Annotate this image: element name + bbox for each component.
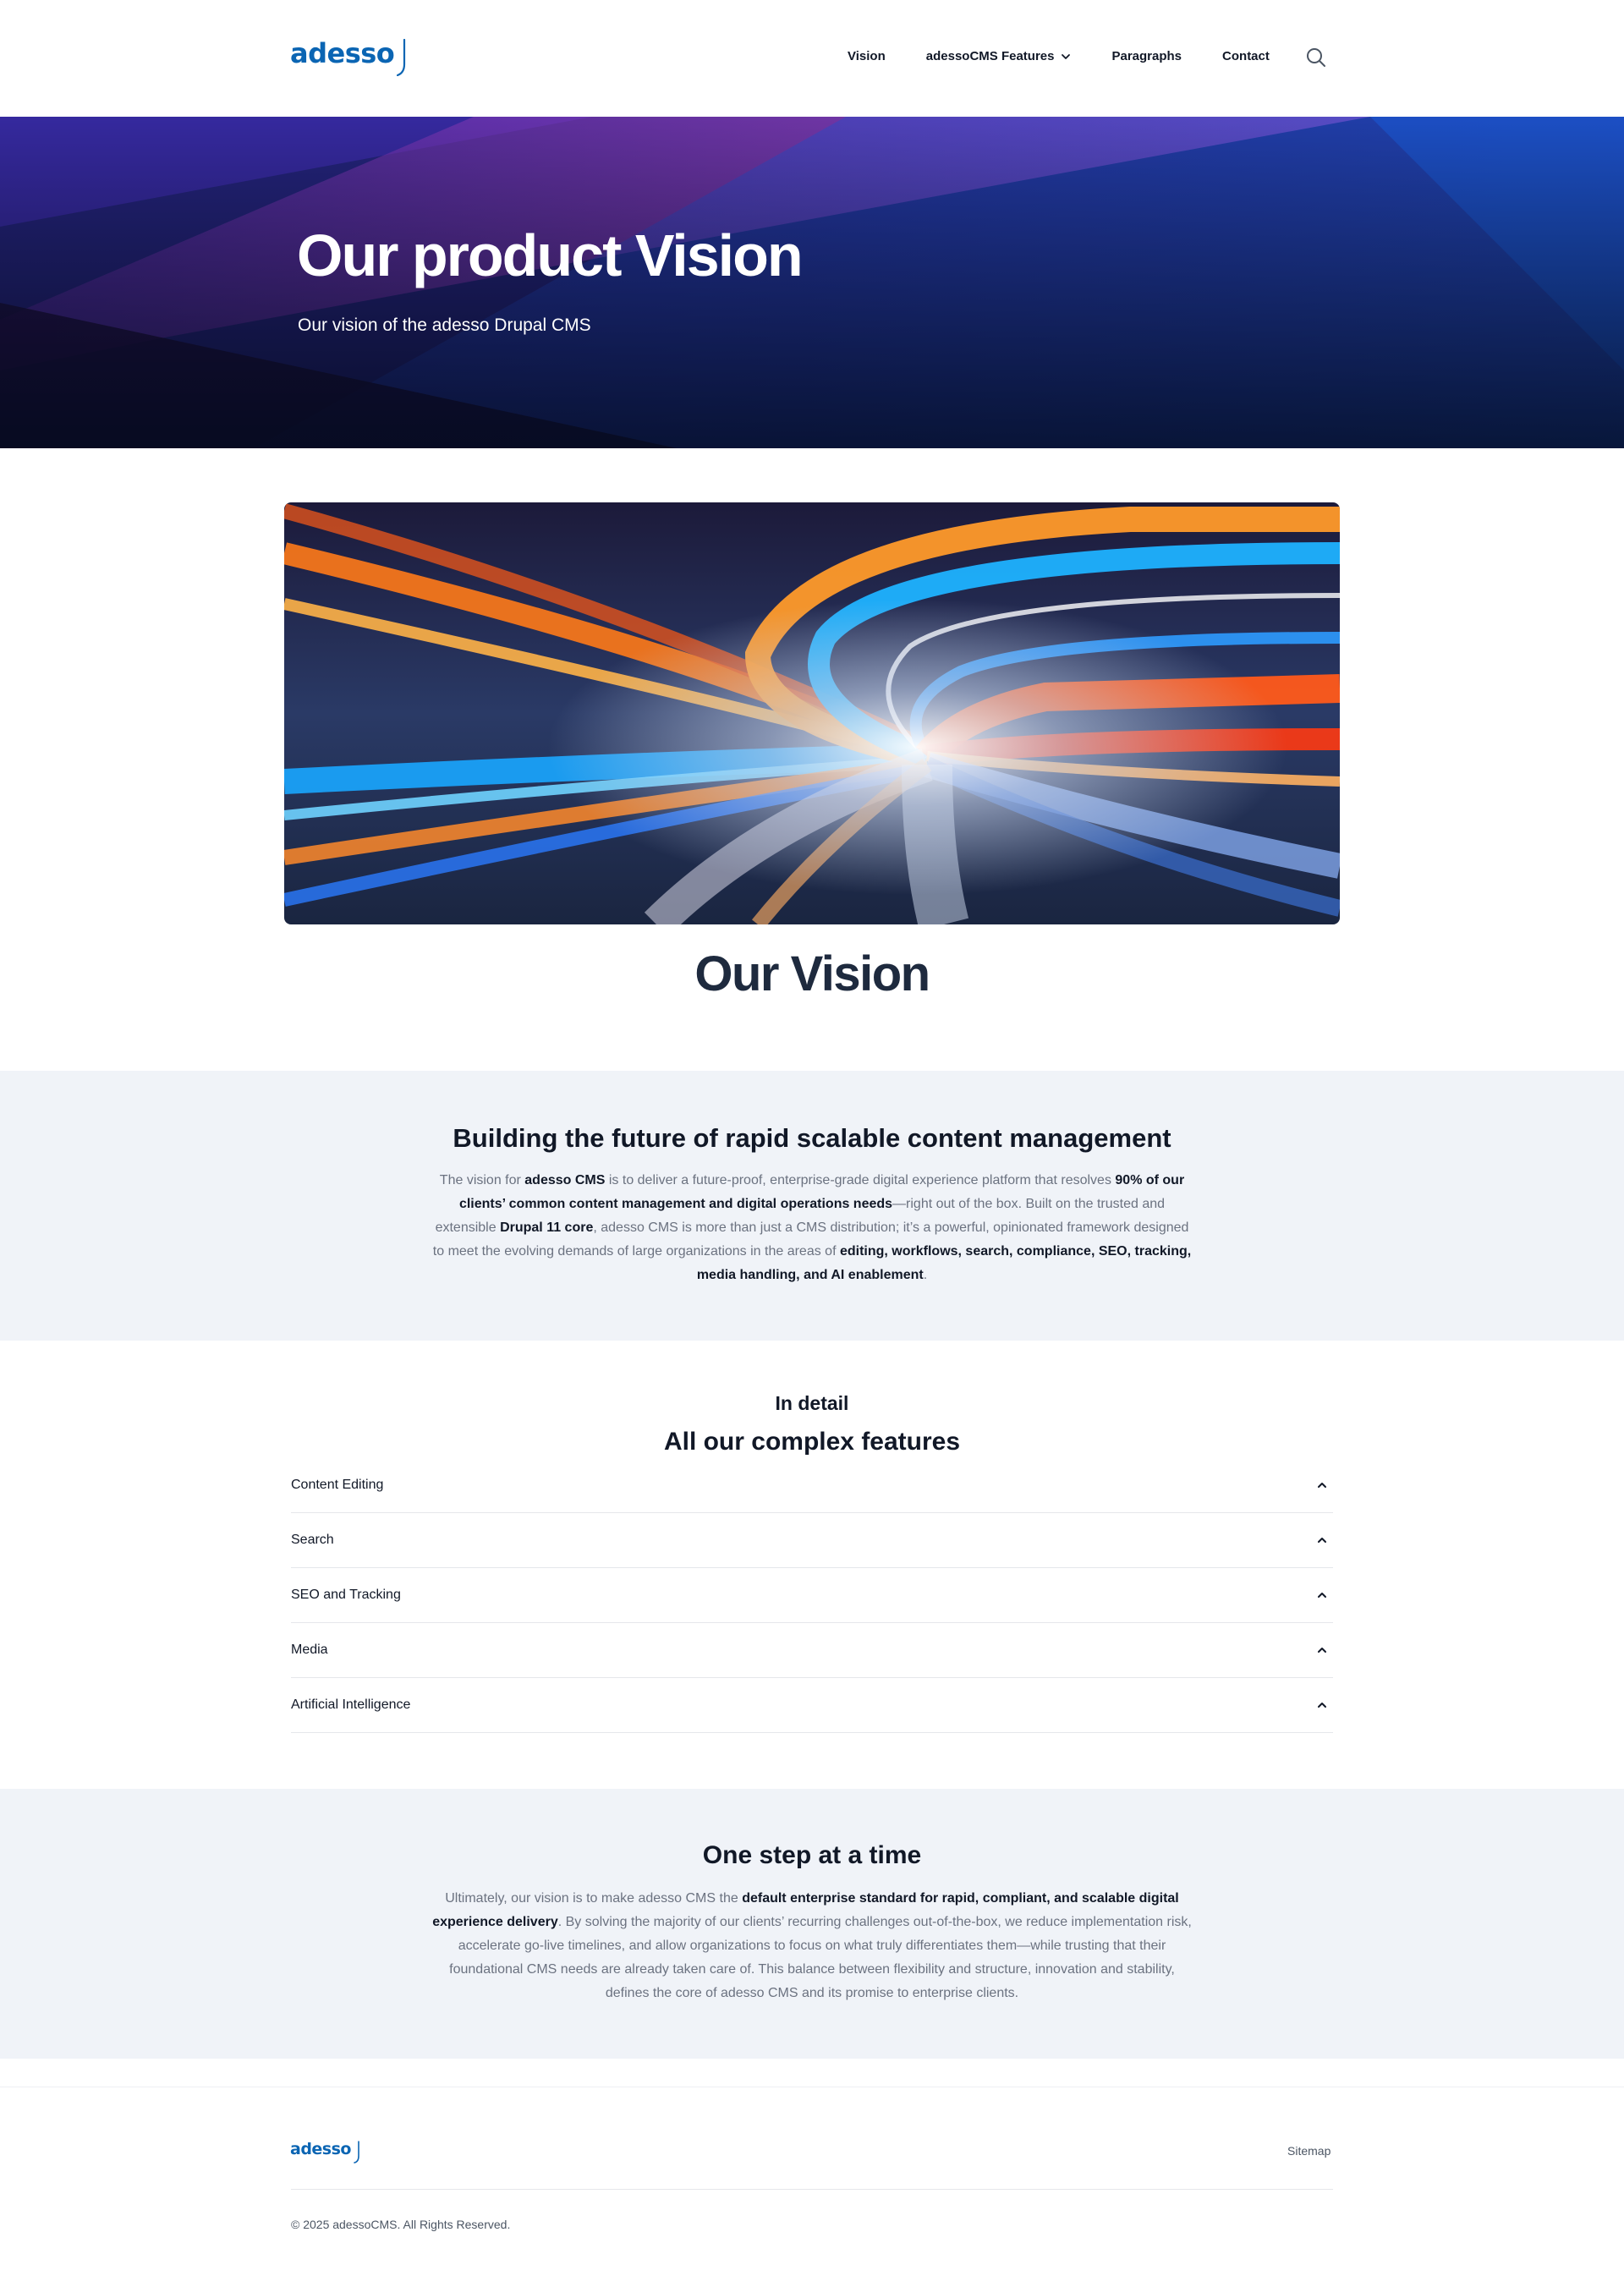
accordion-item-seo-tracking[interactable]: SEO and Tracking bbox=[291, 1568, 1333, 1623]
logo-mark-icon bbox=[397, 39, 406, 76]
footer-divider bbox=[291, 2189, 1333, 2190]
intro-text: The vision for adesso CMS is to deliver … bbox=[432, 1173, 1192, 1282]
vision-image bbox=[284, 502, 1340, 924]
chevron-up-icon bbox=[1318, 1703, 1326, 1708]
chevron-up-icon bbox=[1318, 1648, 1326, 1653]
nav-features[interactable]: adessoCMS Features bbox=[926, 49, 1072, 63]
chevron-down-icon bbox=[1062, 53, 1071, 59]
accordion-item-media[interactable]: Media bbox=[291, 1623, 1333, 1678]
accordion-label: Content Editing bbox=[291, 1478, 384, 1492]
footer-logo[interactable]: adesso bbox=[290, 2140, 361, 2164]
sitemap-link[interactable]: Sitemap bbox=[1287, 2144, 1330, 2158]
accordion-item-ai[interactable]: Artificial Intelligence bbox=[291, 1678, 1333, 1733]
outro-heading: One step at a time bbox=[702, 1841, 922, 1869]
features-eyebrow: In detail bbox=[775, 1392, 849, 1414]
light-trails-image bbox=[284, 502, 1340, 924]
nav-contact[interactable]: Contact bbox=[1222, 49, 1270, 63]
accordion-label: Artificial Intelligence bbox=[291, 1697, 411, 1712]
nav-paragraphs[interactable]: Paragraphs bbox=[1111, 49, 1182, 63]
accordion-label: Media bbox=[291, 1643, 328, 1657]
footer-logo-wordmark: adesso bbox=[290, 2140, 351, 2158]
site-header: adesso Vision adessoCMS Features Paragra… bbox=[0, 0, 1624, 117]
hero-title: Our product Vision bbox=[297, 222, 804, 288]
accordion-item-content-editing[interactable]: Content Editing bbox=[291, 1458, 1333, 1513]
intro-section: Building the future of rapid scalable co… bbox=[0, 1071, 1624, 1341]
features-accordion: Content Editing Search SEO and Tracking … bbox=[291, 1458, 1333, 1733]
site-logo[interactable]: adesso bbox=[290, 37, 409, 76]
outro-text: Ultimately, our vision is to make adesso… bbox=[432, 1891, 1192, 2000]
main-nav: Vision adessoCMS Features Paragraphs Con… bbox=[848, 49, 1270, 63]
vision-heading: Our Vision bbox=[694, 946, 930, 1001]
chevron-up-icon bbox=[1318, 1483, 1326, 1488]
search-icon bbox=[1307, 48, 1325, 67]
accordion-label: Search bbox=[291, 1533, 334, 1547]
intro-heading: Building the future of rapid scalable co… bbox=[453, 1123, 1171, 1153]
accordion-label: SEO and Tracking bbox=[291, 1588, 401, 1602]
logo-wordmark: adesso bbox=[290, 37, 395, 69]
hero-banner: Our product Vision Our vision of the ade… bbox=[0, 117, 1624, 448]
search-button[interactable] bbox=[1304, 46, 1328, 69]
logo-mark-icon bbox=[354, 2141, 359, 2164]
features-heading: All our complex features bbox=[663, 1428, 961, 1456]
chevron-up-icon bbox=[1318, 1538, 1326, 1543]
outro-section: One step at a time Ultimately, our visio… bbox=[0, 1789, 1624, 2059]
nav-vision[interactable]: Vision bbox=[848, 49, 886, 63]
accordion-item-search[interactable]: Search bbox=[291, 1513, 1333, 1568]
hero-background bbox=[0, 117, 1624, 448]
hero-subtitle: Our vision of the adesso Drupal CMS bbox=[298, 315, 591, 335]
copyright-text: © 2025 adessoCMS. All Rights Reserved. bbox=[291, 2218, 511, 2231]
chevron-up-icon bbox=[1318, 1593, 1326, 1598]
